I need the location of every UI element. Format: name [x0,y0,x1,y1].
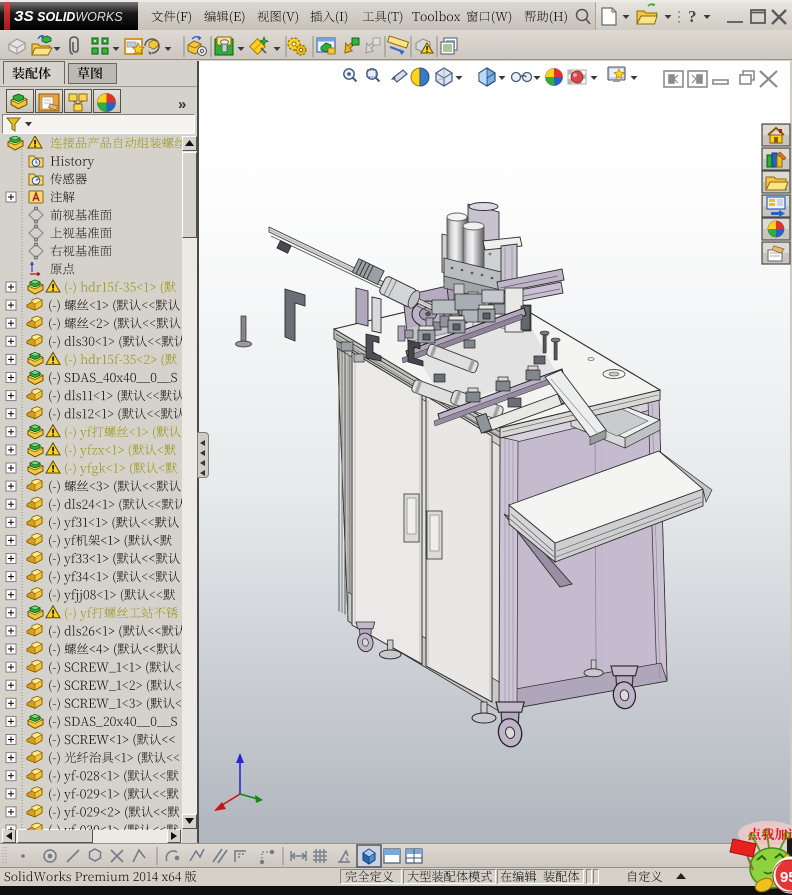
svg-text:?: ? [688,7,697,26]
svg-text:95: 95 [780,869,792,886]
svg-text:»: » [178,96,186,113]
